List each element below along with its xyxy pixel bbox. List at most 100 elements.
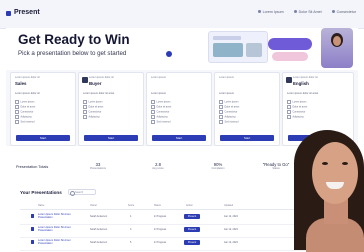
- card-start-button[interactable]: Start: [220, 135, 274, 141]
- presentation-card[interactable]: Lorem ipsum Lorem ipsum Lorem ipsum Dolo…: [146, 72, 212, 146]
- arrow-right-icon[interactable]: [166, 51, 172, 57]
- card-checklist-item: Consectetur: [15, 110, 34, 114]
- stat-label: Presentations: [90, 167, 106, 170]
- present-button[interactable]: Present: [184, 227, 200, 232]
- stat-label: Avg score: [152, 167, 164, 170]
- stat-item: 33 Presentations: [76, 162, 120, 170]
- column-header[interactable]: Updated: [224, 204, 233, 207]
- hero-banner: Get Ready to Win Pick a presentation bel…: [6, 28, 358, 68]
- card-checklist-item: Dolor sit amet: [287, 105, 308, 109]
- card-checklist-item: Sed eiusmod: [15, 120, 35, 124]
- card-tag: English: [293, 81, 309, 86]
- card-meta: Lorem ipsum dolor sit: [15, 76, 40, 79]
- stat-item: 2.8 Avg score: [136, 162, 180, 170]
- card-checklist-item: Dolor sit amet: [15, 105, 36, 109]
- table-row[interactable]: Lorem Ipsum Dolor Sit Amet Presentation …: [20, 238, 320, 251]
- photo-eye: [342, 162, 348, 165]
- top-nav-item[interactable]: Consectetur: [331, 10, 356, 14]
- card-subtitle: Lorem ipsum: [151, 92, 166, 95]
- card-checklist-item: Adipiscing: [83, 115, 100, 119]
- column-header[interactable]: Owner: [90, 204, 97, 207]
- owner-cell: Sarah Anderson: [90, 241, 108, 244]
- card-checklist-item: Lorem ipsum: [151, 100, 171, 104]
- score-cell: 3: [130, 228, 132, 231]
- card-checklist-item: Sed eiusmod: [151, 120, 171, 124]
- nav-icon: [331, 10, 335, 13]
- top-nav-item[interactable]: Dolor Sit Amet: [293, 10, 322, 14]
- card-checklist-item: Dolor sit amet: [219, 105, 240, 109]
- presentation-card[interactable]: Lorem ipsum dolor sit Buyer Lorem ipsum …: [78, 72, 144, 146]
- card-start-button[interactable]: Start: [16, 135, 70, 141]
- totals-label: Presentation Totals: [16, 165, 49, 169]
- nav-icon: [257, 10, 261, 13]
- card-checklist-item: Dolor sit amet: [83, 105, 104, 109]
- card-subtitle: Lorem ipsum dolor sit amet: [287, 92, 319, 95]
- column-header[interactable]: Score: [128, 204, 134, 207]
- hero-decor-pill: [268, 38, 312, 50]
- hero-subtitle: Pick a presentation below to get started: [18, 50, 127, 57]
- card-subtitle: Lorem ipsum dolor sit: [15, 92, 40, 95]
- card-checklist-item: Lorem ipsum: [219, 100, 239, 104]
- presentation-name-link[interactable]: Lorem Ipsum Dolor Sit Amet Presentation: [38, 239, 74, 245]
- card-checklist-item: Adipiscing: [15, 115, 32, 119]
- card-checklist-item: Consectetur: [219, 110, 238, 114]
- search-input[interactable]: Search: [68, 189, 96, 196]
- status-cell: In Progress: [154, 241, 167, 244]
- card-checklist-item: Consectetur: [151, 110, 170, 114]
- card-tag: Sales: [15, 81, 27, 86]
- card-checklist-item: Sed eiusmod: [219, 120, 239, 124]
- hero-title: Get Ready to Win: [18, 32, 130, 47]
- top-nav: Lorem Ipsum Dolor Sit Amet Consectetur: [257, 10, 356, 14]
- card-checklist-item: Adipiscing: [287, 115, 304, 119]
- presentation-card[interactable]: Lorem ipsum dolor sit Sales Lorem ipsum …: [10, 72, 76, 146]
- column-header[interactable]: Status: [154, 204, 161, 207]
- card-checklist-item: Consectetur: [287, 110, 306, 114]
- category-icon: [82, 77, 88, 83]
- table-title: Your Presentations: [20, 190, 62, 195]
- score-cell: 5: [130, 241, 132, 244]
- card-checklist-item: Lorem ipsum: [287, 100, 307, 104]
- document-icon: [31, 240, 34, 244]
- app-logo-icon: [6, 11, 11, 16]
- card-checklist-item: Lorem ipsum: [83, 100, 103, 104]
- updated-cell: Jan 12, 2024: [224, 215, 238, 218]
- owner-cell: Sarah Anderson: [90, 215, 108, 218]
- table-row[interactable]: Lorem Ipsum Dolor Sit Amet Presentation …: [20, 212, 320, 225]
- nav-icon: [293, 10, 297, 13]
- search-placeholder: Search: [75, 191, 84, 194]
- category-icon: [286, 77, 292, 83]
- present-button[interactable]: Present: [184, 214, 200, 219]
- document-icon: [31, 227, 34, 231]
- presentation-card[interactable]: Lorem ipsum Lorem ipsum Lorem ipsum Dolo…: [214, 72, 280, 146]
- card-checklist-item: Consectetur: [83, 110, 102, 114]
- column-header[interactable]: Action: [186, 204, 193, 207]
- card-start-button[interactable]: Start: [152, 135, 206, 141]
- card-tag: Buyer: [89, 81, 102, 86]
- app-title: Present: [14, 9, 40, 16]
- illustration-image: [246, 43, 262, 57]
- column-header[interactable]: Name: [38, 204, 44, 207]
- presentation-name-link[interactable]: Lorem Ipsum Dolor Sit Amet Presentation: [38, 226, 74, 232]
- present-button[interactable]: Present: [184, 240, 200, 245]
- presentation-name-link[interactable]: Lorem Ipsum Dolor Sit Amet Presentation: [38, 213, 74, 219]
- smiling-woman-photo: [286, 130, 364, 252]
- card-checklist-item: Adipiscing: [219, 115, 236, 119]
- updated-cell: Jan 12, 2024: [224, 241, 238, 244]
- status-cell: In Progress: [154, 228, 167, 231]
- card-start-button[interactable]: Start: [84, 135, 138, 141]
- stat-item: 90% Completion: [196, 162, 240, 170]
- photo-eye: [322, 162, 328, 165]
- card-checklist-item: Adipiscing: [151, 115, 168, 119]
- card-meta: Lorem ipsum dolor sit: [89, 76, 114, 79]
- table-row[interactable]: Lorem Ipsum Dolor Sit Amet Presentation …: [20, 225, 320, 238]
- card-meta: Lorem ipsum dolor sit: [293, 76, 318, 79]
- score-cell: 4: [130, 215, 132, 218]
- search-icon: [70, 191, 75, 196]
- photo-face: [312, 142, 358, 204]
- card-checklist-item: Lorem ipsum: [15, 100, 35, 104]
- top-nav-item[interactable]: Lorem Ipsum: [257, 10, 284, 14]
- card-meta: Lorem ipsum: [151, 76, 166, 79]
- stat-label: Completion: [211, 167, 225, 170]
- document-icon: [31, 214, 34, 218]
- table-header: Name Owner Score Status Action Updated: [20, 204, 320, 210]
